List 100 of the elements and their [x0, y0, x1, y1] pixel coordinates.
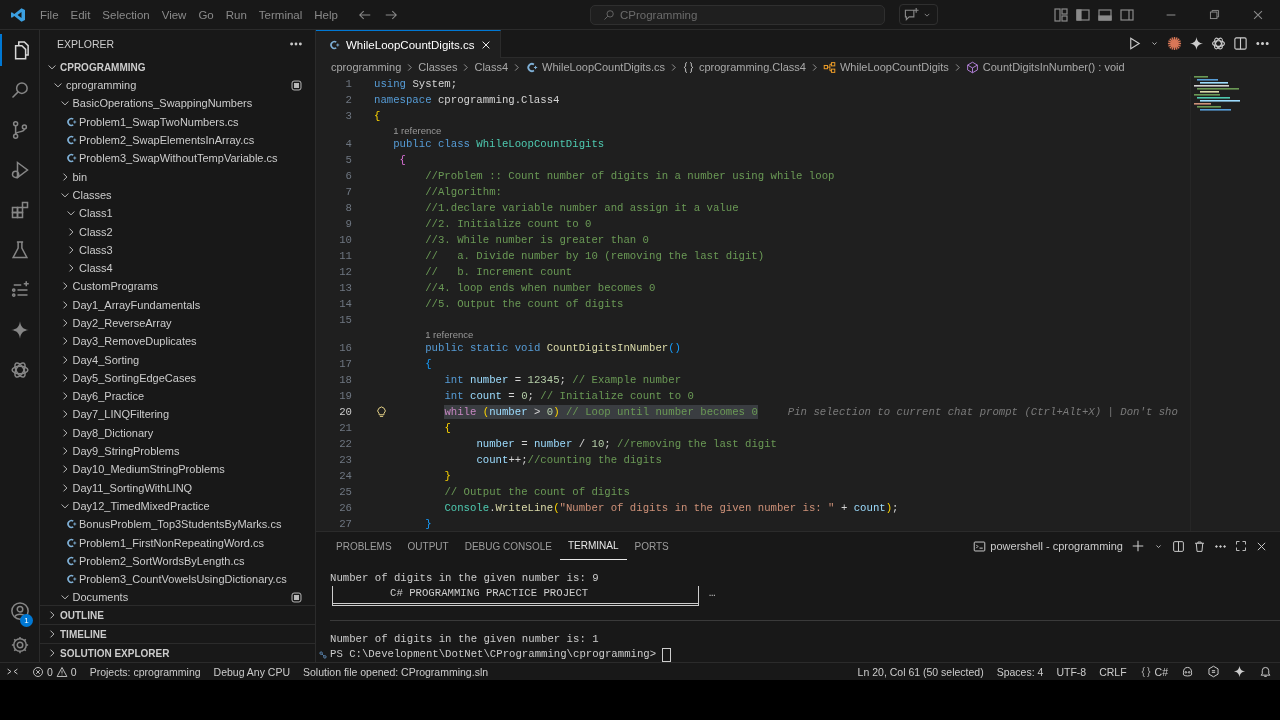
line-number: 22	[338, 438, 353, 450]
breadcrumb-item[interactable]: Classes	[418, 61, 458, 73]
menu-item[interactable]: Go	[192, 8, 220, 21]
menu-item[interactable]: Help	[308, 8, 344, 21]
status-item[interactable]: Spaces: 4	[996, 665, 1044, 678]
checklist-icon[interactable]	[9, 280, 30, 300]
explorer-folder[interactable]: BasicOperations_SwappingNumbers	[40, 94, 315, 113]
explorer-file[interactable]: Problem3_SwapWithoutTempVariable.cs	[40, 149, 315, 168]
menu-item[interactable]: Selection	[96, 8, 156, 21]
breadcrumb-item[interactable]: cprogramming	[331, 61, 402, 73]
line-number: 27	[338, 518, 353, 530]
explorer-folder[interactable]: Class3	[40, 240, 315, 259]
plus-icon[interactable]	[1131, 539, 1145, 553]
explorer-file[interactable]: BonusProblem_Top3StudentsByMarks.cs	[40, 515, 315, 534]
lightbulb-icon[interactable]	[375, 405, 388, 418]
split-terminal-icon[interactable]	[1172, 539, 1185, 553]
menu-item[interactable]: View	[155, 8, 193, 21]
sparkle-icon[interactable]	[1233, 665, 1246, 678]
explorer-folder[interactable]: Day2_ReverseArray	[40, 313, 315, 333]
explorer-file[interactable]: Problem2_SortWordsByLength.cs	[40, 551, 315, 570]
explorer-folder[interactable]: Class4	[40, 258, 315, 278]
status-item[interactable]: UTF-8	[1056, 665, 1087, 678]
panel-tab[interactable]: OUTPUT	[399, 532, 457, 560]
menu-item[interactable]: File	[34, 8, 65, 21]
explorer-folder[interactable]: Day8_Dictionary	[40, 423, 315, 442]
explorer-folder[interactable]: Day3_RemoveDuplicates	[40, 332, 315, 351]
explorer-folder[interactable]: Day1_ArrayFundamentals	[40, 295, 315, 314]
explorer-folder[interactable]: Documents	[40, 588, 315, 605]
sidebar-toggle-icon[interactable]	[1075, 6, 1091, 23]
status-item[interactable]: Projects: cprogramming	[89, 665, 201, 678]
burst-icon[interactable]	[1167, 36, 1182, 51]
explorer-folder[interactable]: Day6_Practice	[40, 387, 315, 406]
section-header[interactable]: TIMELINE	[40, 624, 315, 643]
breadcrumb-item[interactable]: CountDigitsInNumber() : void	[982, 61, 1125, 73]
explorer-file[interactable]: Problem1_SwapTwoNumbers.cs	[40, 112, 315, 131]
editor-tab[interactable]: WhileLoopCountDigits.cs	[316, 30, 502, 58]
explorer-folder[interactable]: Day4_Sorting	[40, 350, 315, 369]
panel-tab[interactable]: DEBUG CONSOLE	[456, 532, 560, 560]
explorer-file[interactable]: Problem3_CountVowelsUsingDictionary.cs	[40, 570, 315, 589]
explorer-folder[interactable]: Day11_SortingWithLINQ	[40, 478, 315, 497]
settings-icon[interactable]	[9, 635, 30, 655]
breadcrumb-item[interactable]: WhileLoopCountDigits	[839, 61, 949, 73]
explorer-folder[interactable]: Day9_StringProblems	[40, 441, 315, 461]
explorer-folder[interactable]: Day7_LINQFiltering	[40, 405, 315, 424]
layout-grid-icon[interactable]	[1053, 6, 1069, 23]
maximize-icon[interactable]	[1235, 540, 1247, 552]
bell-icon[interactable]	[1259, 665, 1272, 678]
explorer-folder[interactable]: bin	[40, 167, 315, 186]
blocks-icon[interactable]	[9, 200, 30, 220]
breadcrumb-item[interactable]: Class4	[474, 61, 509, 73]
knot-icon[interactable]	[9, 360, 30, 380]
panel-tab[interactable]: PROBLEMS	[328, 532, 400, 560]
status-item[interactable]: Solution file opened: CProgramming.sln	[303, 665, 489, 678]
code-lens[interactable]: 1 reference	[393, 124, 442, 136]
knot-icon[interactable]	[1211, 36, 1226, 51]
line-number: 3	[344, 110, 353, 122]
search-icon[interactable]	[9, 80, 30, 100]
bot-icon[interactable]	[1181, 665, 1194, 678]
explorer-folder[interactable]: Day12_TimedMixedPractice	[40, 496, 315, 516]
language-indicator[interactable]: C#	[1139, 665, 1168, 678]
play-bug-icon[interactable]	[9, 160, 30, 180]
problems-indicator[interactable]: 0 0	[32, 665, 77, 678]
menu-item[interactable]: Edit	[64, 8, 97, 21]
trash-icon[interactable]	[1193, 539, 1206, 553]
line-number: 4	[344, 138, 353, 150]
code-lens[interactable]: 1 reference	[425, 328, 474, 340]
explorer-file[interactable]: Problem1_FirstNonRepeatingWord.cs	[40, 533, 315, 552]
status-item[interactable]: Debug Any CPU	[213, 665, 291, 678]
explorer-folder[interactable]: Day5_SortingEdgeCases	[40, 368, 315, 388]
menu-item[interactable]: Terminal	[252, 8, 309, 21]
hexagon-icon[interactable]	[1207, 665, 1220, 678]
explorer-folder[interactable]: Classes	[40, 185, 315, 205]
section-header[interactable]: OUTLINE	[40, 605, 315, 624]
explorer-file[interactable]: Problem2_SwapElementsInArray.cs	[40, 130, 315, 150]
menu-item[interactable]: Run	[219, 8, 253, 21]
breadcrumb-item[interactable]: WhileLoopCountDigits.cs	[542, 61, 665, 73]
panel-toggle-icon[interactable]	[1097, 6, 1113, 23]
explorer-folder[interactable]: CustomPrograms	[40, 277, 315, 296]
flask-icon[interactable]	[9, 240, 30, 260]
chat-button[interactable]	[899, 4, 938, 25]
section-header[interactable]: CPROGRAMMING	[40, 58, 315, 76]
explorer-folder[interactable]: cprogramming	[40, 76, 315, 95]
split-editor-icon[interactable]	[1233, 36, 1248, 51]
status-item[interactable]: Ln 20, Col 61 (50 selected)	[857, 665, 984, 678]
explorer-folder[interactable]: Class2	[40, 222, 315, 241]
code-line: //4. loop ends when number becomes 0	[425, 281, 656, 295]
sparkle-icon[interactable]	[1189, 36, 1204, 51]
secondary-sidebar-icon[interactable]	[1119, 6, 1135, 23]
code-line: int count = 0; // Initialize count to 0	[444, 389, 694, 403]
explorer-folder[interactable]: Day10_MediumStringProblems	[40, 460, 315, 479]
panel-tab[interactable]: PORTS	[626, 532, 677, 560]
panel-tab[interactable]: TERMINAL	[559, 532, 627, 560]
terminal-name[interactable]: powershell - cprogramming	[990, 540, 1123, 552]
account-icon[interactable]	[9, 601, 30, 621]
breadcrumb-item[interactable]: cprogramming.Class4	[698, 61, 806, 73]
run-icon[interactable]	[1127, 36, 1142, 51]
line-number: 7	[344, 186, 353, 198]
braces-icon	[1139, 665, 1152, 678]
explorer-folder[interactable]: Class1	[40, 204, 315, 223]
status-item[interactable]: CRLF	[1099, 665, 1127, 678]
